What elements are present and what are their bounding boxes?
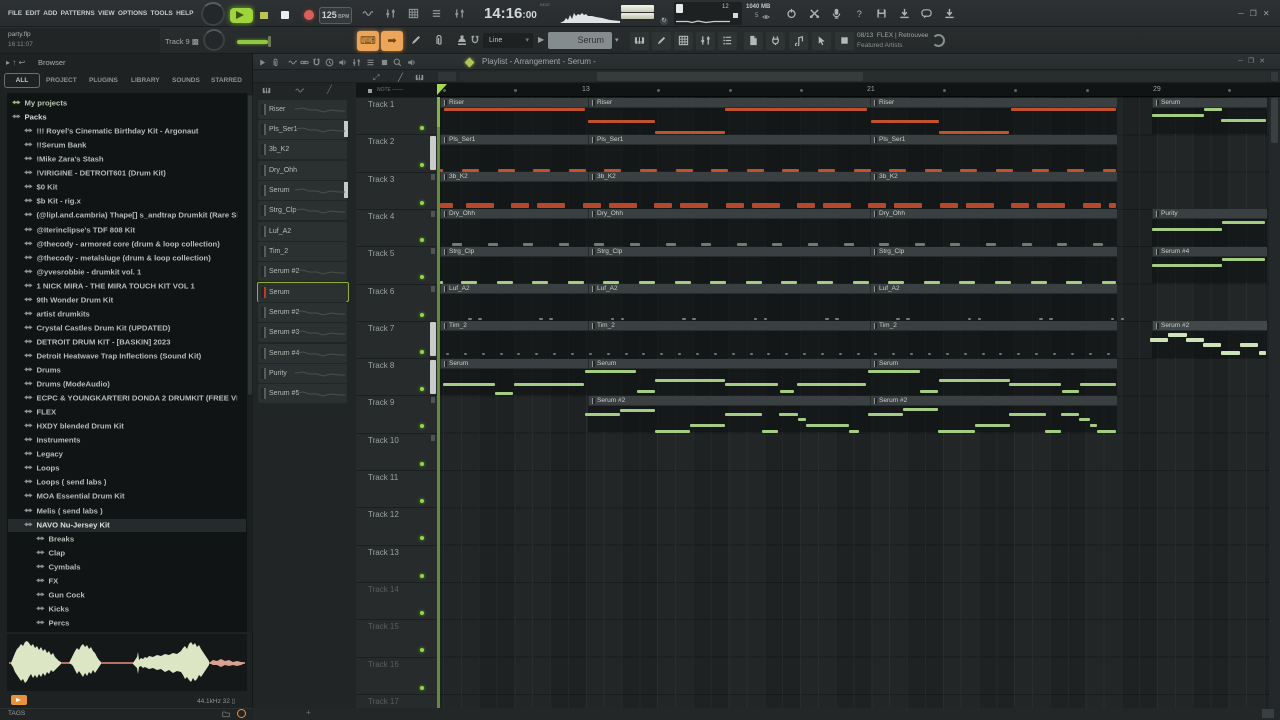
svg-text:?: ? xyxy=(856,9,861,19)
